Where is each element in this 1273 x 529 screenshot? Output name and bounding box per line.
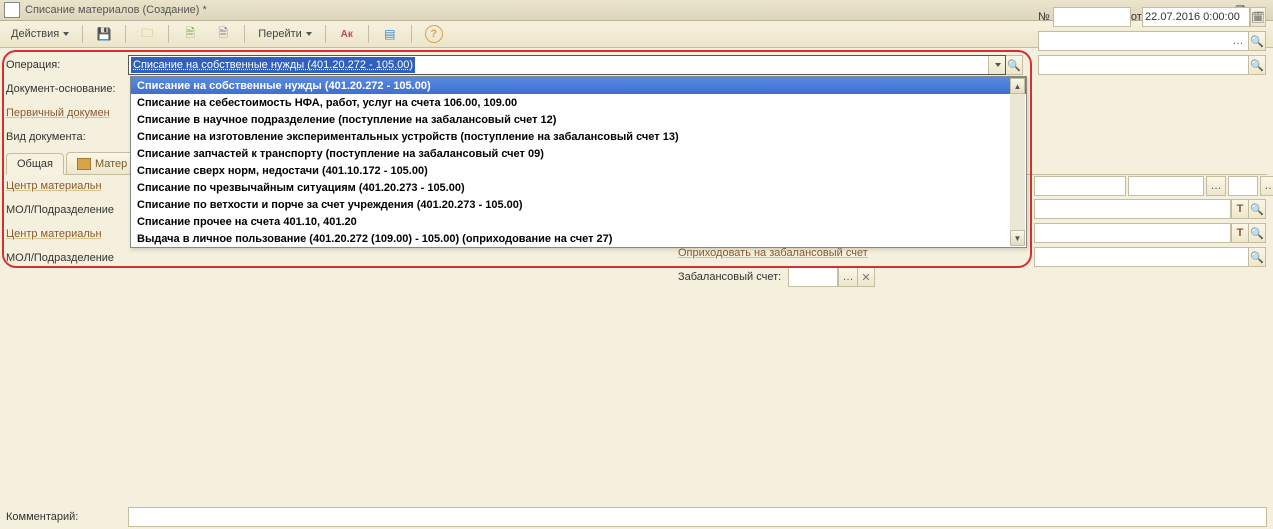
separator [125, 25, 126, 43]
help-icon: ? [425, 25, 443, 43]
label-center-mat: Центр материальн [6, 180, 128, 192]
right-field-2[interactable]: … [1038, 31, 1249, 51]
separator [368, 25, 369, 43]
dropdown-item[interactable]: Списание в научное подразделение (поступ… [131, 111, 1026, 128]
tab-materials[interactable]: Матер [66, 152, 138, 174]
right-field-3-lookup[interactable]: 🔍 [1249, 55, 1266, 75]
label-number: № [1038, 11, 1053, 23]
label-from: от [1131, 11, 1142, 23]
offbalance-ellipsis-button[interactable]: … [838, 267, 858, 287]
number-field[interactable] [1053, 7, 1131, 27]
list-button[interactable]: ▤ [375, 23, 405, 45]
document-icon [4, 2, 20, 18]
goto-menu[interactable]: Перейти [251, 23, 319, 45]
folder-icon: 🗀 [139, 26, 155, 42]
chevron-down-icon [306, 32, 312, 36]
save-button[interactable]: 💾 [89, 23, 119, 45]
mini-field-1[interactable] [1034, 176, 1126, 196]
save-icon: 💾 [96, 26, 112, 42]
operation-dropdown-list[interactable]: Списание на собственные нужды (401.20.27… [130, 76, 1027, 248]
date-value: 22.07.2016 0:00:00 [1145, 11, 1240, 23]
chevron-down-icon [63, 32, 69, 36]
separator [82, 25, 83, 43]
doc-green-icon: 🗎 [182, 26, 198, 42]
operation-lookup-button[interactable]: 🔍 [1006, 55, 1023, 75]
t-button[interactable]: T [1231, 199, 1249, 219]
date-calendar-button[interactable]: 🗓 [1250, 7, 1266, 27]
operation-dropdown-button[interactable] [988, 56, 1005, 74]
label-primary-doc: Первичный докумен [6, 107, 128, 119]
tab-materials-label: Матер [95, 158, 127, 170]
dropdown-item[interactable]: Списание запчастей к транспорту (поступл… [131, 145, 1026, 162]
label-comment: Комментарий: [6, 511, 128, 523]
tab-general[interactable]: Общая [6, 153, 64, 175]
dropdown-item[interactable]: Выдача в личное пользование (401.20.272 … [131, 230, 1026, 247]
dropdown-item[interactable]: Списание на себестоимость НФА, работ, ус… [131, 94, 1026, 111]
offbalance-heading: Оприходовать на забалансовый счет [678, 247, 868, 259]
comment-field[interactable] [128, 507, 1267, 527]
offbalance-clear-button[interactable]: ✕ [858, 267, 875, 287]
mini-ellipsis-button[interactable]: … [1206, 176, 1226, 196]
label-center-mat-2: Центр материальн [6, 228, 128, 240]
separator [168, 25, 169, 43]
dropdown-item[interactable]: Списание на собственные нужды (401.20.27… [131, 77, 1026, 94]
dropdown-item[interactable]: Списание по ветхости и порче за счет учр… [131, 196, 1026, 213]
actions-label: Действия [11, 28, 59, 40]
folder-button[interactable]: 🗀 [132, 23, 162, 45]
doc-purple-button[interactable]: 🗎 [208, 23, 238, 45]
separator [325, 25, 326, 43]
label-mol-dept: МОЛ/Подразделение [6, 204, 128, 216]
label-offbalance-account: Забалансовый счет: [678, 271, 788, 283]
operation-selected-text: Списание на собственные нужды (401.20.27… [131, 57, 415, 73]
dropdown-item[interactable]: Списание сверх норм, недостачи (401.10.1… [131, 162, 1026, 179]
dropdown-item[interactable]: Списание на изготовление экспериментальн… [131, 128, 1026, 145]
label-operation: Операция: [6, 59, 128, 71]
operation-combo[interactable]: Списание на собственные нужды (401.20.27… [128, 55, 1006, 75]
doc-green-button[interactable]: 🗎 [175, 23, 205, 45]
right-row-a-lookup[interactable]: 🔍 [1249, 199, 1266, 219]
date-field[interactable]: 22.07.2016 0:00:00 [1142, 7, 1250, 27]
help-button[interactable]: ? [418, 23, 450, 45]
goto-label: Перейти [258, 28, 302, 40]
mini-field-2[interactable] [1128, 176, 1204, 196]
right-field-2-lookup[interactable]: 🔍 [1249, 31, 1266, 51]
window-title: Списание материалов (Создание) * [25, 4, 1211, 16]
dropdown-item[interactable]: Списание прочее на счета 401.10, 401.20 [131, 213, 1026, 230]
separator [244, 25, 245, 43]
actions-menu[interactable]: Действия [4, 23, 76, 45]
label-doc-type: Вид документа: [6, 131, 128, 143]
doc-purple-icon: 🗎 [215, 26, 231, 42]
label-mol-dept-2: МОЛ/Подразделение [6, 252, 128, 264]
separator [411, 25, 412, 43]
scroll-down-button[interactable]: ▼ [1010, 230, 1025, 246]
tab-general-label: Общая [17, 158, 53, 170]
list-icon: ▤ [382, 26, 398, 42]
mini-field-3[interactable] [1228, 176, 1258, 196]
offbalance-account-field[interactable] [788, 267, 838, 287]
label-doc-basis: Документ-основание: [6, 83, 128, 95]
grid-icon [77, 158, 91, 170]
right-field-3[interactable] [1038, 55, 1249, 75]
mini-ellipsis-button-2[interactable]: … [1260, 176, 1273, 196]
chevron-down-icon [995, 63, 1001, 67]
dropdown-scrollbar[interactable]: ▲ ▼ [1010, 78, 1025, 246]
right-row-a[interactable] [1034, 199, 1231, 219]
ak-icon: Aк [339, 26, 355, 42]
ak-button[interactable]: Aк [332, 23, 362, 45]
ellipsis-icon[interactable]: … [1230, 33, 1246, 49]
dropdown-item[interactable]: Списание по чрезвычайным ситуациям (401.… [131, 179, 1026, 196]
scroll-up-button[interactable]: ▲ [1010, 78, 1025, 94]
